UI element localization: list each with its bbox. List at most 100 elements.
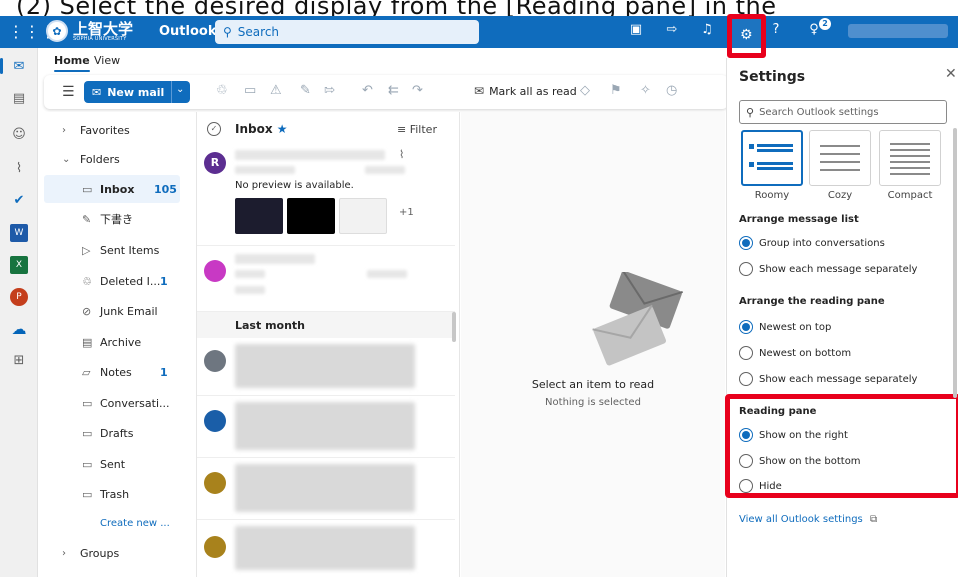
sent-icon: ▷ [82,243,91,257]
calendar-icon[interactable]: ▤ [10,90,28,108]
settings-scrollbar[interactable] [953,128,957,398]
delete-icon[interactable]: ♲ [216,83,228,98]
list-item[interactable] [197,458,455,520]
reading-pane: Select an item to read Nothing is select… [461,112,725,577]
reply-all-icon[interactable]: ⇇ [388,83,399,98]
sweep-icon[interactable]: ✎ [300,83,311,98]
folder-notes[interactable]: ▱ Notes 1 [38,358,180,386]
word-icon[interactable]: W [10,224,28,242]
subject-line [235,166,295,174]
onedrive-icon[interactable]: ☁ [10,320,28,338]
radio-label: Newest on bottom [759,347,852,359]
hamburger-icon[interactable]: ☰ [62,84,75,100]
folder-label: 下書き [100,213,133,226]
radio-group-conversations[interactable]: Group into conversations [739,236,885,250]
folders-header[interactable]: ⌄ Folders [38,145,180,173]
archive-icon: ▤ [82,335,93,349]
radio-button[interactable] [739,372,753,386]
tab-view[interactable]: View [94,54,120,67]
list-item[interactable] [197,338,455,396]
radio-button[interactable] [739,346,753,360]
view-all-settings-link[interactable]: View all Outlook settings ⧉ [739,514,877,525]
density-compact-option[interactable] [879,130,941,186]
more-apps-icon[interactable]: ⊞ [10,352,28,370]
help-icon[interactable]: ? [766,22,786,37]
radio-newest-on-top[interactable]: Newest on top [739,320,831,334]
mark-all-read-button[interactable]: ✉ Mark all as read [474,84,577,98]
folder-label: Drafts [100,426,134,440]
people-icon[interactable]: ☺ [10,126,28,144]
groups-header[interactable]: › Groups [38,539,180,567]
folder-junk-email[interactable]: ⊘ Junk Email [38,297,180,325]
create-new-folder-link[interactable]: Create new ... [100,518,170,529]
message-list-scrollbar[interactable] [452,312,456,342]
radio-button[interactable] [739,262,753,276]
radio-button-checked[interactable] [739,320,753,334]
folder-icon: ▭ [82,426,93,440]
folder-inbox[interactable]: ▭ Inbox 105 [44,175,180,203]
radio-show-each-message[interactable]: Show each message separately [739,262,917,276]
instruction-caption: (2) Select the desired display from the … [16,0,777,20]
drafts-icon: ✎ [82,212,92,226]
density-cozy-option[interactable] [809,130,871,186]
university-logo[interactable]: ✿ 上智大学 SOPHIA UNIVERSITY [46,20,133,42]
folder-deleted-items[interactable]: ♲ Deleted I... 1 [38,267,180,295]
folder-sent-items[interactable]: ▷ Sent Items [38,236,180,264]
list-item[interactable] [197,520,455,577]
mail-icon[interactable]: ✉ [10,58,28,76]
inbox-title[interactable]: Inbox ★ [235,122,288,136]
empty-state-title: Select an item to read [531,378,655,391]
report-icon[interactable]: ⚠ [270,83,282,98]
folder-conversation-history[interactable]: ▭ Conversati... [38,389,180,417]
excel-icon[interactable]: X [10,256,28,274]
density-roomy-option[interactable] [741,130,803,186]
compact-density-icon [890,143,930,175]
app-launcher-icon[interactable]: ⋮⋮⋮ [8,22,56,42]
message-summary [235,402,415,450]
forward-icon[interactable]: ↷ [412,83,423,98]
folder-label: Trash [100,487,130,501]
folder-label: Archive [100,335,142,349]
attachment-thumbnail[interactable] [235,198,283,234]
my-day-icon[interactable]: ⇨ [662,22,682,37]
attachment-thumbnail[interactable] [339,198,387,234]
todo-icon[interactable]: ✔ [10,192,28,210]
new-mail-button[interactable]: ✉ New mail ⌄ [84,81,190,103]
filter-button[interactable]: ≡ Filter [397,123,437,136]
attachment-thumbnail[interactable] [287,198,335,234]
tag-icon[interactable]: ◇ [580,83,590,98]
close-icon[interactable]: ✕ [945,66,957,82]
select-all-checkbox[interactable]: ✓ [207,122,221,136]
folder-trash[interactable]: ▭ Trash [38,480,180,508]
list-item[interactable] [197,246,455,312]
attach-icon[interactable]: ⌇ [10,160,28,178]
app-title[interactable]: Outlook [159,24,216,39]
account-name[interactable] [848,24,948,38]
tab-home[interactable]: Home [54,54,90,72]
radio-newest-on-bottom[interactable]: Newest on bottom [739,346,851,360]
list-item[interactable]: R ⌇ No preview is available. +1 [197,146,455,246]
teams-icon[interactable]: ▣ [626,22,646,37]
chevron-down-icon[interactable]: ⌄ [176,84,184,95]
radio-button-checked[interactable] [739,236,753,250]
folder-archive[interactable]: ▤ Archive [38,328,180,356]
list-item[interactable] [197,396,455,458]
reply-icon[interactable]: ↶ [362,83,373,98]
favorites-header[interactable]: › Favorites [38,116,180,144]
folder-drafts-jp[interactable]: ✎ 下書き [38,205,180,233]
settings-search-input[interactable]: ⚲ Search Outlook settings [739,100,947,124]
arrange-list-heading: Arrange message list [739,214,859,225]
flag-icon[interactable]: ⚑ [610,83,622,98]
pin-icon[interactable]: ✧ [640,83,651,98]
powerpoint-icon[interactable]: P [10,288,28,306]
sender-name [235,254,315,264]
radio-show-each-separately[interactable]: Show each message separately [739,372,917,386]
settings-gear-button[interactable]: ⚙ [727,14,766,58]
bell-icon[interactable]: ♫ [697,22,717,37]
move-icon[interactable]: ⇰ [324,83,335,98]
snooze-icon[interactable]: ◷ [666,83,677,98]
search-input[interactable]: ⚲ Search [215,20,479,44]
folder-drafts[interactable]: ▭ Drafts [38,419,180,447]
folder-sent[interactable]: ▭ Sent [38,450,180,478]
archive-icon[interactable]: ▭ [244,83,256,98]
